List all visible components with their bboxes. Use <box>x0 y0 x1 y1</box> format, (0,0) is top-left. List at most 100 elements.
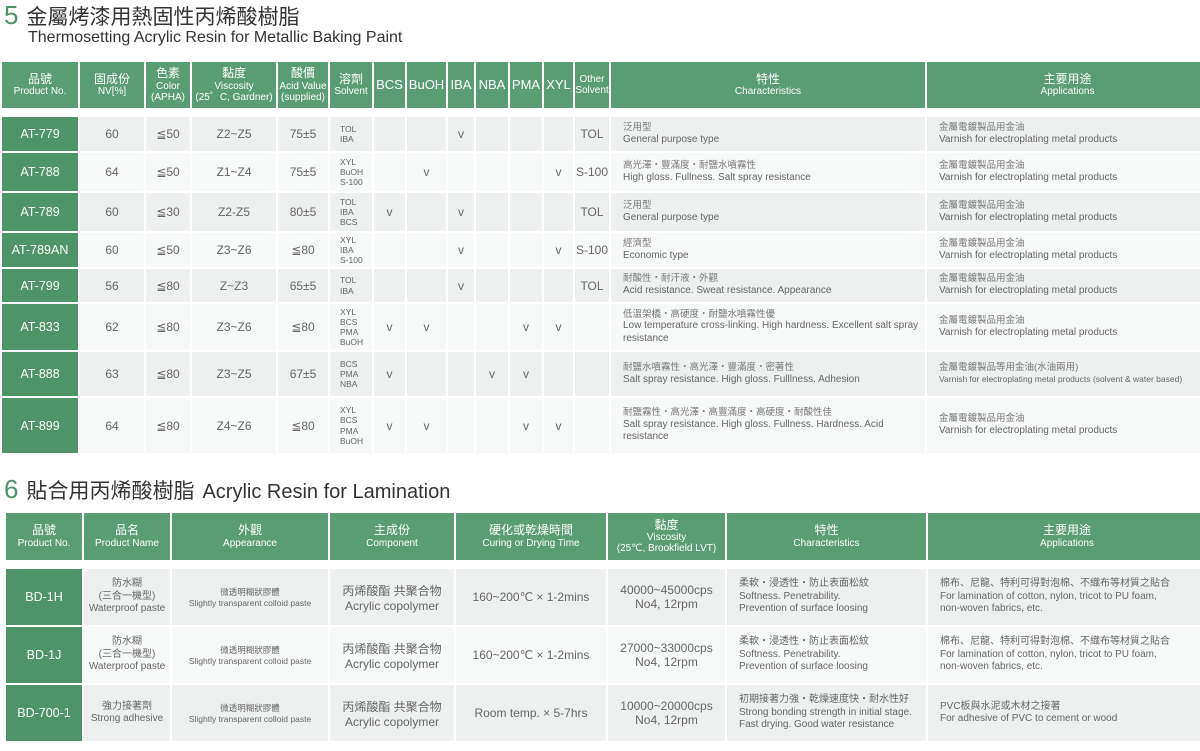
applications-en: Varnish for electroplating metal product… <box>939 326 1118 338</box>
cell-line: non-woven fabrics, etc. <box>940 661 1043 673</box>
header-label-en-sub: (25゜C, Gardner) <box>195 91 273 103</box>
product-number: AT-899 <box>2 398 78 453</box>
cell-line: 柔軟・浸透性・防止表面松紋 <box>739 636 869 648</box>
applications: PVC板與水泥或木材之接著 For adhesive of PVC to ceme… <box>928 685 1200 741</box>
column-header: 主成份 Component <box>330 513 454 560</box>
header-label-en: Product No. <box>13 86 67 98</box>
applications-zh: 金屬電鍍製品等用金油(水油兩用) <box>939 361 1079 373</box>
viscosity-value: Z1~Z4 <box>192 153 276 191</box>
characteristics-en: Low temperature cross-linking. High hard… <box>623 320 919 344</box>
nv-value: 63 <box>80 352 144 396</box>
solvent-check <box>448 352 474 396</box>
appearance: 微透明糊狀膠體 Slightly transparent colloid past… <box>172 569 328 625</box>
viscosity: 27000~33000cps No4, 12rpm <box>608 627 725 683</box>
column-header: PMA <box>510 62 542 108</box>
cell-line: 微透明糊狀膠體 <box>220 645 280 655</box>
applications: 金屬電鍍製品用金油 Varnish for electroplating meta… <box>927 269 1200 302</box>
header-label-en: Characteristics <box>793 537 860 549</box>
nv-value: 62 <box>80 304 144 350</box>
applications-zh: 金屬電鍍製品用金油 <box>939 237 1025 249</box>
solvent-check <box>476 193 508 231</box>
cell-line: 丙烯酸酯 共聚合物 <box>342 641 442 656</box>
cell-line: (三合一機型) <box>98 648 156 660</box>
column-header: 特性 Characteristics <box>727 513 926 560</box>
section-number: 6 <box>4 474 19 504</box>
applications: 金屬電鍍製品等用金油(水油兩用) Varnish for electroplati… <box>927 352 1200 396</box>
solvent-check <box>374 153 405 191</box>
table-row: AT-888 63 ≦80 Z3~Z5 67±5 BCS PMA NBA v v v 耐鹽水噴霧性・高… <box>2 352 1200 396</box>
cell-line: 棉布、尼龍、特利可得對泡棉、不織布等材質之貼合 <box>940 636 1170 648</box>
cell-line: Acrylic copolymer <box>344 598 440 613</box>
cell-line: XYL <box>340 156 357 167</box>
applications-zh: 金屬電鍍製品用金油 <box>939 159 1025 171</box>
cell-line: 丙烯酸酯 共聚合物 <box>342 699 442 714</box>
header-label-en-sub: (25℃, Brookfield LVT) <box>616 543 717 555</box>
acid-value: 75±5 <box>278 117 328 151</box>
other-solvent <box>575 398 609 453</box>
solvent-check <box>476 233 508 267</box>
characteristics-zh: 泛用型 <box>623 199 652 211</box>
cell-line: Fast drying. Good water resistance <box>739 719 895 731</box>
cell-line: Waterproof paste <box>88 603 166 615</box>
header-label-en: Applications <box>1040 86 1095 98</box>
cell-line: No4, 12rpm <box>635 597 698 611</box>
color-value: ≦80 <box>146 304 190 350</box>
cell-line: Slightly transparent colloid paste <box>188 598 312 608</box>
header-label-en: Viscosity <box>646 532 687 544</box>
table-row: BD-700-1 強力接著劑 Strong adhesive 微透明糊狀膠體 Sligh… <box>6 685 1200 741</box>
characteristics: 耐鹽水噴霧性・高光澤・豐滿度・密著性 Salt spray resistance.… <box>611 352 925 396</box>
product-number: BD-1J <box>6 627 82 683</box>
header-label-en: Component <box>366 537 418 549</box>
solvent-check: v <box>407 304 446 350</box>
characteristics-en: Salt spray resistance. High gloss. Fulll… <box>623 373 860 385</box>
viscosity-value: Z2~Z5 <box>192 117 276 151</box>
product-number: AT-799 <box>2 269 78 302</box>
solvent-list: XYL IBA S-100 <box>330 233 372 267</box>
section-6-title: 6 貼合用丙烯酸樹脂 Acrylic Resin for Lamination <box>4 474 450 505</box>
cell-line: TOL <box>340 196 357 207</box>
baking-resin-table: 品號 Product No. 固成份 NV[%] 色素 Color (APHA) 黏度 Visc… <box>0 60 1200 455</box>
column-header: 主要用途 Applications <box>927 62 1200 108</box>
cell-line: Prevention of surface loosing <box>739 603 868 615</box>
solvent-check <box>448 304 474 350</box>
product-name: 防水糊 (三合一機型) Waterproof paste <box>84 627 170 683</box>
column-header: 特性 Characteristics <box>611 62 925 108</box>
cell-line: BCS <box>340 358 358 369</box>
header-label-zh: 固成份 <box>93 71 130 86</box>
header-label-zh: 黏度 <box>221 66 246 81</box>
other-solvent: S-100 <box>575 233 609 267</box>
applications-zh: 金屬電鍍製品用金油 <box>939 199 1025 211</box>
cell-line: Prevention of surface loosing <box>739 661 868 673</box>
cell-line: PMA <box>340 425 359 436</box>
solvent-check: v <box>448 269 474 302</box>
table-row: AT-833 62 ≦80 Z3~Z6 ≦80 XYL BCS PMA BuOH v v v v 低溫架橋… <box>2 304 1200 350</box>
header-label-zh: 外觀 <box>237 523 262 538</box>
header-label-en: Product No. <box>17 537 71 549</box>
solvent-check <box>448 398 474 453</box>
solvent-check: v <box>407 153 446 191</box>
product-number: AT-888 <box>2 352 78 396</box>
cell-line: BCS <box>340 415 358 426</box>
header-label-zh: 酸價 <box>290 66 315 81</box>
solvent-list: XYL BCS PMA BuOH <box>330 304 372 350</box>
applications: 棉布、尼龍、特利可得對泡棉、不織布等材質之貼合 For lamination of… <box>928 627 1200 683</box>
header-label-en: BCS <box>376 76 403 92</box>
cell-line: Softness. Penetrability. <box>739 590 841 602</box>
applications: 金屬電鍍製品用金油 Varnish for electroplating meta… <box>927 117 1200 151</box>
solvent-check: v <box>510 352 542 396</box>
product-number: AT-788 <box>2 153 78 191</box>
solvent-check: v <box>544 233 573 267</box>
header-label-en: IBA <box>450 76 472 92</box>
solvent-check <box>407 117 446 151</box>
solvent-check <box>476 117 508 151</box>
solvent-check <box>510 153 542 191</box>
characteristics-en: General purpose type <box>623 211 720 223</box>
other-solvent <box>575 352 609 396</box>
solvent-check <box>476 304 508 350</box>
acid-value: ≦80 <box>278 398 328 453</box>
characteristics-en: Salt spray resistance. High gloss. Fulln… <box>623 418 884 443</box>
applications-en: Varnish for electroplating metal product… <box>939 285 1118 297</box>
cell-line: IBA <box>340 134 354 144</box>
other-solvent: TOL <box>575 193 609 231</box>
solvent-check <box>510 117 542 151</box>
